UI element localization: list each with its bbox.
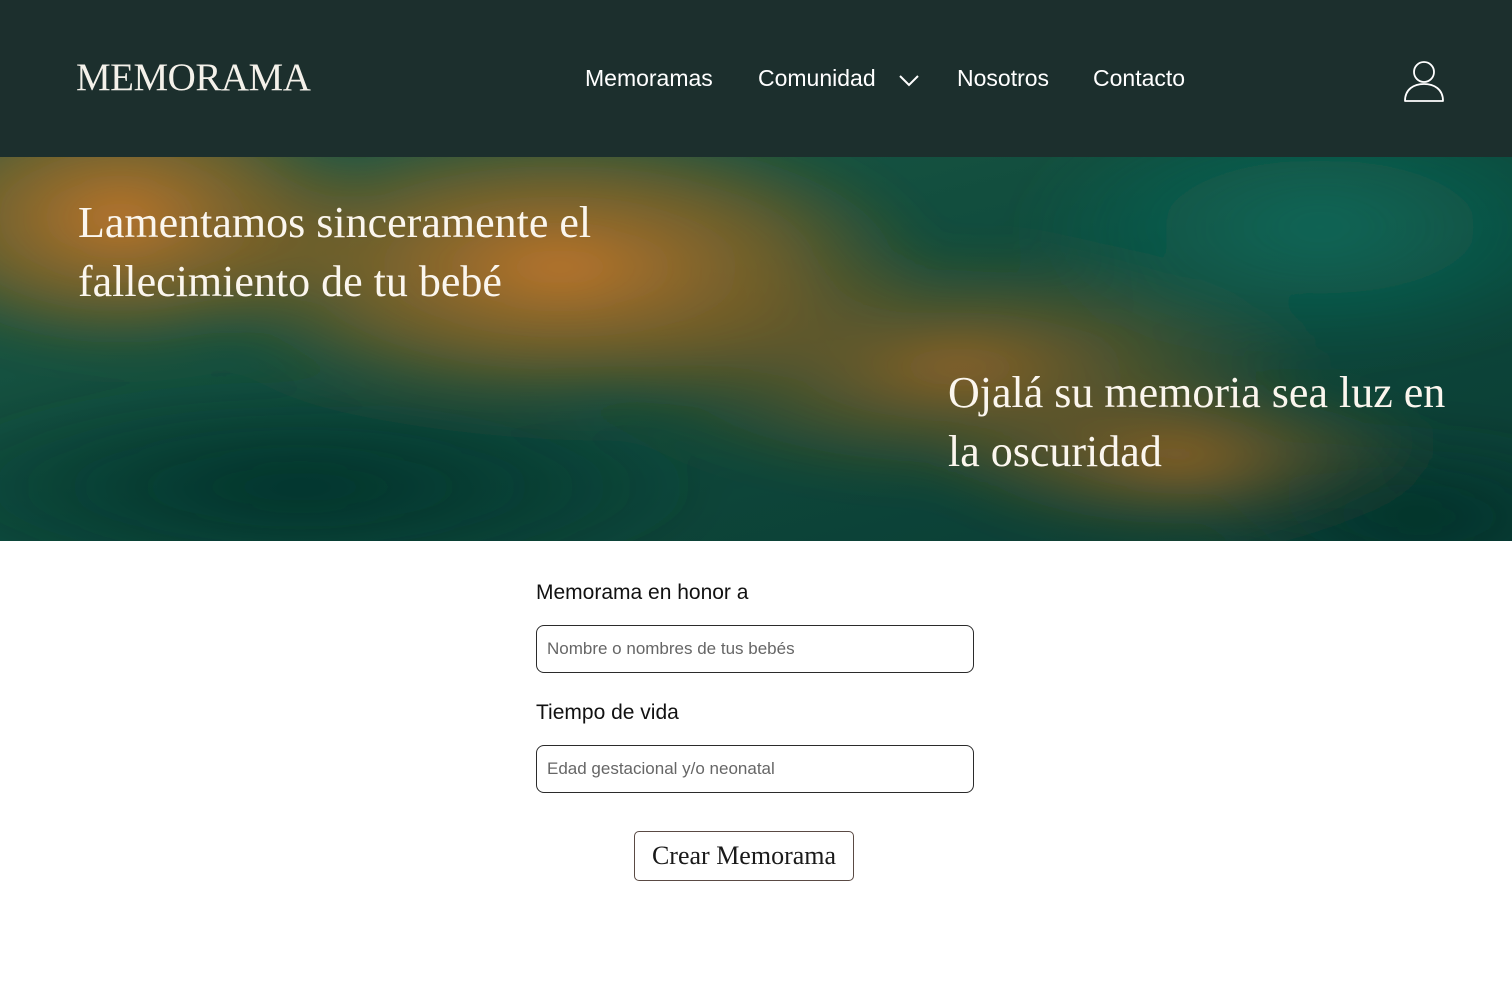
honor-label: Memorama en honor a (536, 581, 749, 604)
create-memorama-button[interactable]: Crear Memorama (634, 831, 854, 881)
nav-item-memoramas[interactable]: Memoramas (585, 63, 713, 93)
tiempo-de-vida-label: Tiempo de vida (536, 701, 679, 724)
main-nav: Memoramas Comunidad Nosotros Contacto (0, 0, 1512, 157)
nav-item-comunidad[interactable]: Comunidad (758, 63, 876, 93)
tiempo-de-vida-input[interactable] (536, 745, 974, 793)
hero-banner: Lamentamos sinceramente el fallecimiento… (0, 157, 1512, 541)
user-icon[interactable] (1403, 60, 1445, 104)
nav-item-nosotros[interactable]: Nosotros (957, 63, 1049, 93)
top-navigation-bar: MEMORAMA Memoramas Comunidad Nosotros Co… (0, 0, 1512, 157)
hero-subtitle: Ojalá su memoria sea luz en la oscuridad (948, 368, 1468, 476)
honor-name-input[interactable] (536, 625, 974, 673)
chevron-down-icon[interactable] (898, 72, 920, 88)
nav-item-contacto[interactable]: Contacto (1093, 63, 1185, 93)
hero-title: Lamentamos sinceramente el fallecimiento… (78, 198, 592, 306)
